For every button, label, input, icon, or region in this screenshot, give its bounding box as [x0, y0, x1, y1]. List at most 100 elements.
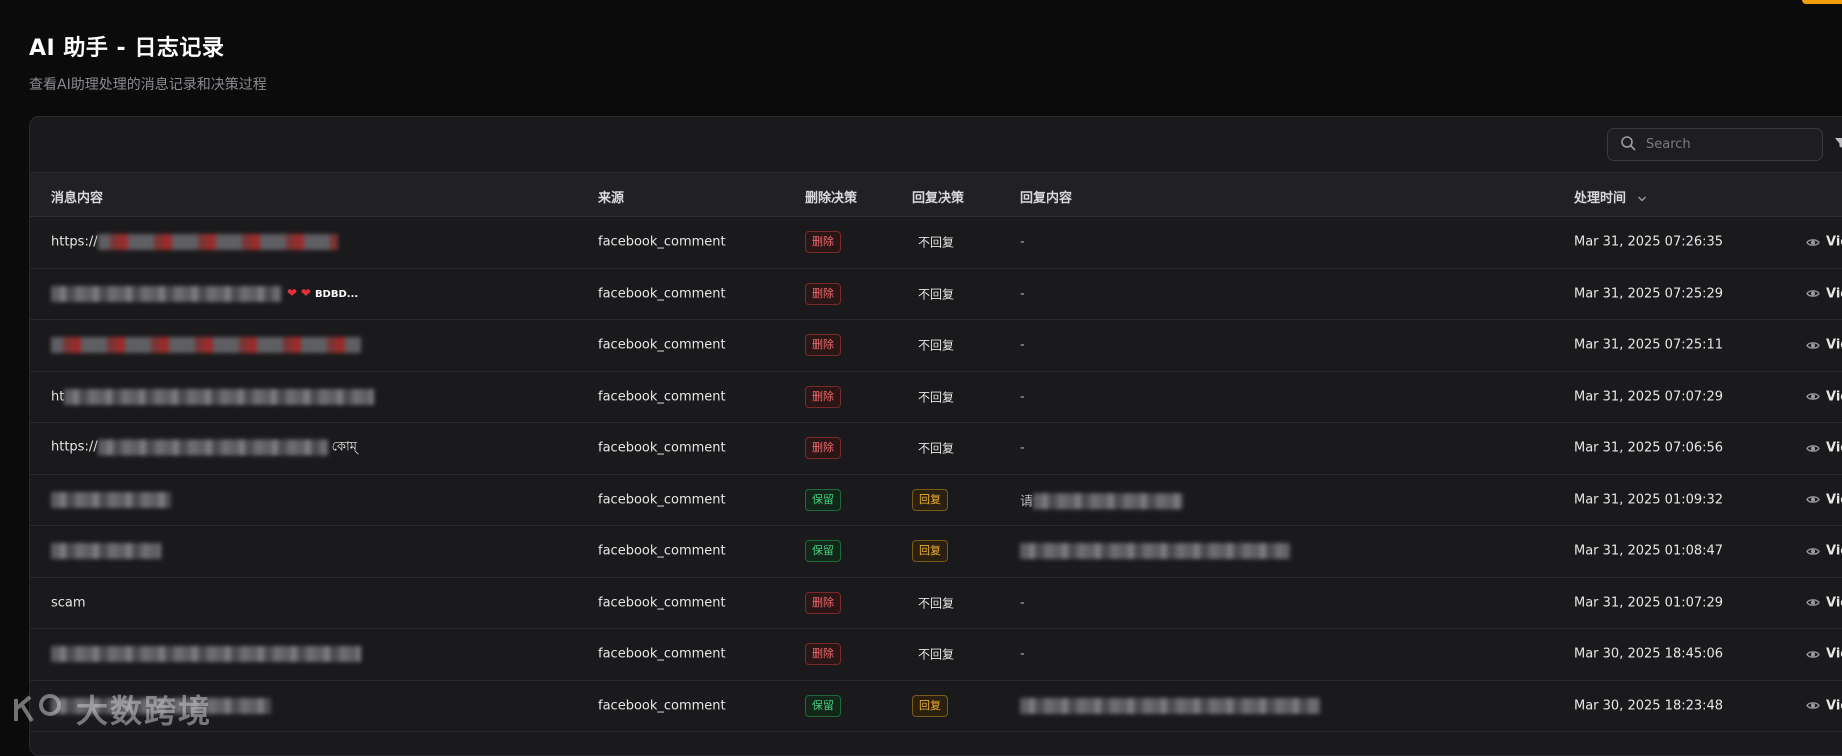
time-cell: Mar 31, 2025 01:08:47	[1574, 543, 1724, 559]
reply-decision-cell: 回复	[912, 488, 948, 511]
view-button[interactable]: View	[1806, 389, 1842, 404]
reply-decision-badge: 不回复	[918, 338, 955, 353]
reply-decision-badge: 不回复	[918, 390, 955, 405]
redacted-text	[64, 388, 375, 405]
reply-content-cell: 请	[1020, 490, 1184, 510]
view-label: View	[1826, 646, 1842, 662]
watermark: 大数跨境	[12, 686, 212, 732]
reply-decision-cell: 不回复	[912, 337, 960, 354]
view-label: View	[1826, 595, 1842, 611]
reply-decision-cell: 不回复	[912, 594, 960, 611]
table-row[interactable]: https:// কোম্ facebook_comment 删除 不回复 - Mar 31…	[30, 423, 1842, 475]
delete-decision-cell: 保留	[805, 694, 841, 717]
reply-decision-badge: 回复	[912, 694, 948, 717]
delete-decision-cell: 删除	[805, 385, 841, 408]
eye-icon	[1806, 650, 1820, 658]
table-row[interactable]: facebook_comment 删除 不回复 - Mar 31, 2025 07:25…	[30, 320, 1842, 372]
delete-decision-cell: 保留	[805, 488, 841, 511]
reply-content-cell: -	[1020, 647, 1025, 662]
table-header: 消息内容 来源 删除决策 回复决策 回复内容 处理时间	[30, 172, 1842, 217]
reply-content-text: 请	[1020, 494, 1034, 509]
search-input[interactable]	[1646, 137, 1796, 152]
view-label: View	[1826, 492, 1842, 508]
eye-icon	[1806, 444, 1820, 452]
reply-content-text: -	[1020, 440, 1025, 456]
delete-decision-badge: 保留	[805, 488, 841, 511]
source-cell: facebook_comment	[598, 543, 726, 559]
source-cell: facebook_comment	[598, 286, 726, 302]
reply-content-cell	[1020, 543, 1290, 560]
reply-decision-cell: 不回复	[912, 440, 960, 457]
source-cell: facebook_comment	[598, 698, 726, 714]
view-button[interactable]: View	[1806, 286, 1842, 301]
table-row[interactable]: https:// facebook_comment 删除 不回复 - Mar 31, 20…	[30, 217, 1842, 269]
view-button[interactable]: View	[1806, 338, 1842, 353]
filter-icon[interactable]	[1834, 135, 1842, 149]
eye-icon	[1806, 393, 1820, 401]
message-cell: scam	[51, 595, 86, 610]
delete-decision-cell: 删除	[805, 231, 841, 254]
column-header-time-label: 处理时间	[1574, 191, 1627, 206]
delete-decision-badge: 删除	[805, 591, 841, 614]
reply-content-text: -	[1020, 389, 1025, 405]
view-button[interactable]: View	[1806, 647, 1842, 662]
redacted-text	[97, 234, 338, 251]
eye-icon	[1806, 341, 1820, 349]
delete-decision-badge: 删除	[805, 231, 841, 254]
reply-decision-badge: 回复	[912, 488, 948, 511]
view-label: View	[1826, 698, 1842, 714]
watermark-logo	[14, 694, 61, 723]
reply-content-text: -	[1020, 234, 1025, 250]
reply-decision-cell: 不回复	[912, 285, 960, 302]
table-row[interactable]: facebook_comment 删除 不回复 - Mar 30, 2025 18:45…	[30, 629, 1842, 681]
delete-decision-cell: 删除	[805, 282, 841, 305]
message-suffix: কোম্	[331, 439, 357, 455]
column-header-source: 来源	[598, 191, 625, 206]
search-box[interactable]	[1607, 128, 1823, 161]
sort-down-icon	[1637, 196, 1646, 201]
redacted-text	[51, 337, 361, 354]
table-row[interactable]: scam facebook_comment 删除 不回复 - Mar 31, 2025 0…	[30, 578, 1842, 629]
redacted-text	[97, 439, 328, 456]
reply-content-cell	[1020, 697, 1320, 714]
column-header-delete-decision: 删除决策	[805, 191, 858, 206]
heart-emoji: ❤ ❤	[287, 286, 311, 301]
redacted-text	[51, 491, 171, 508]
reply-content-text: -	[1020, 286, 1025, 302]
search-icon	[1620, 135, 1636, 155]
eye-icon	[1806, 547, 1820, 555]
reply-decision-cell: 回复	[912, 540, 948, 563]
view-button[interactable]: View	[1806, 544, 1842, 559]
message-cell: ht	[51, 388, 375, 405]
table-row[interactable]: ❤ ❤ BDBD... facebook_comment 删除 不回复 - Mar 31, …	[30, 269, 1842, 320]
column-header-time[interactable]: 处理时间	[1574, 187, 1647, 206]
message-cell	[51, 543, 161, 560]
page-header: AI 助手 - 日志记录 查看AI助理处理的消息记录和决策过程	[29, 30, 267, 94]
view-button[interactable]: View	[1806, 595, 1842, 610]
delete-decision-badge: 保留	[805, 540, 841, 563]
reply-decision-badge: 不回复	[918, 647, 955, 662]
view-button[interactable]: View	[1806, 698, 1842, 713]
reply-decision-badge: 不回复	[918, 235, 955, 250]
view-button[interactable]: View	[1806, 235, 1842, 250]
reply-decision-badge: 回复	[912, 540, 948, 563]
view-label: View	[1826, 543, 1842, 559]
eye-icon	[1806, 496, 1820, 504]
delete-decision-cell: 删除	[805, 437, 841, 460]
delete-decision-cell: 保留	[805, 540, 841, 563]
view-button[interactable]: View	[1806, 492, 1842, 507]
reply-decision-cell: 不回复	[912, 646, 960, 663]
time-cell: Mar 31, 2025 01:09:32	[1574, 492, 1724, 508]
redacted-text	[51, 285, 281, 302]
message-cell: https://	[51, 234, 338, 251]
table-row[interactable]: facebook_comment 保留 回复 请 Mar 31, 2025 01:09:…	[30, 475, 1842, 526]
reply-content-cell: -	[1020, 286, 1025, 301]
table-row[interactable]: facebook_comment 保留 回复 Mar 30, 2025 18:23:4…	[30, 681, 1842, 732]
message-text: ht	[51, 389, 65, 405]
table-toolbar	[30, 117, 1842, 172]
view-button[interactable]: View	[1806, 441, 1842, 456]
reply-decision-badge: 不回复	[918, 441, 955, 456]
table-row[interactable]: facebook_comment 保留 回复 Mar 31, 2025 01:08:4…	[30, 526, 1842, 578]
table-row[interactable]: ht facebook_comment 删除 不回复 - Mar 31, 2025 07:…	[30, 372, 1842, 423]
reply-content-cell: -	[1020, 338, 1025, 353]
